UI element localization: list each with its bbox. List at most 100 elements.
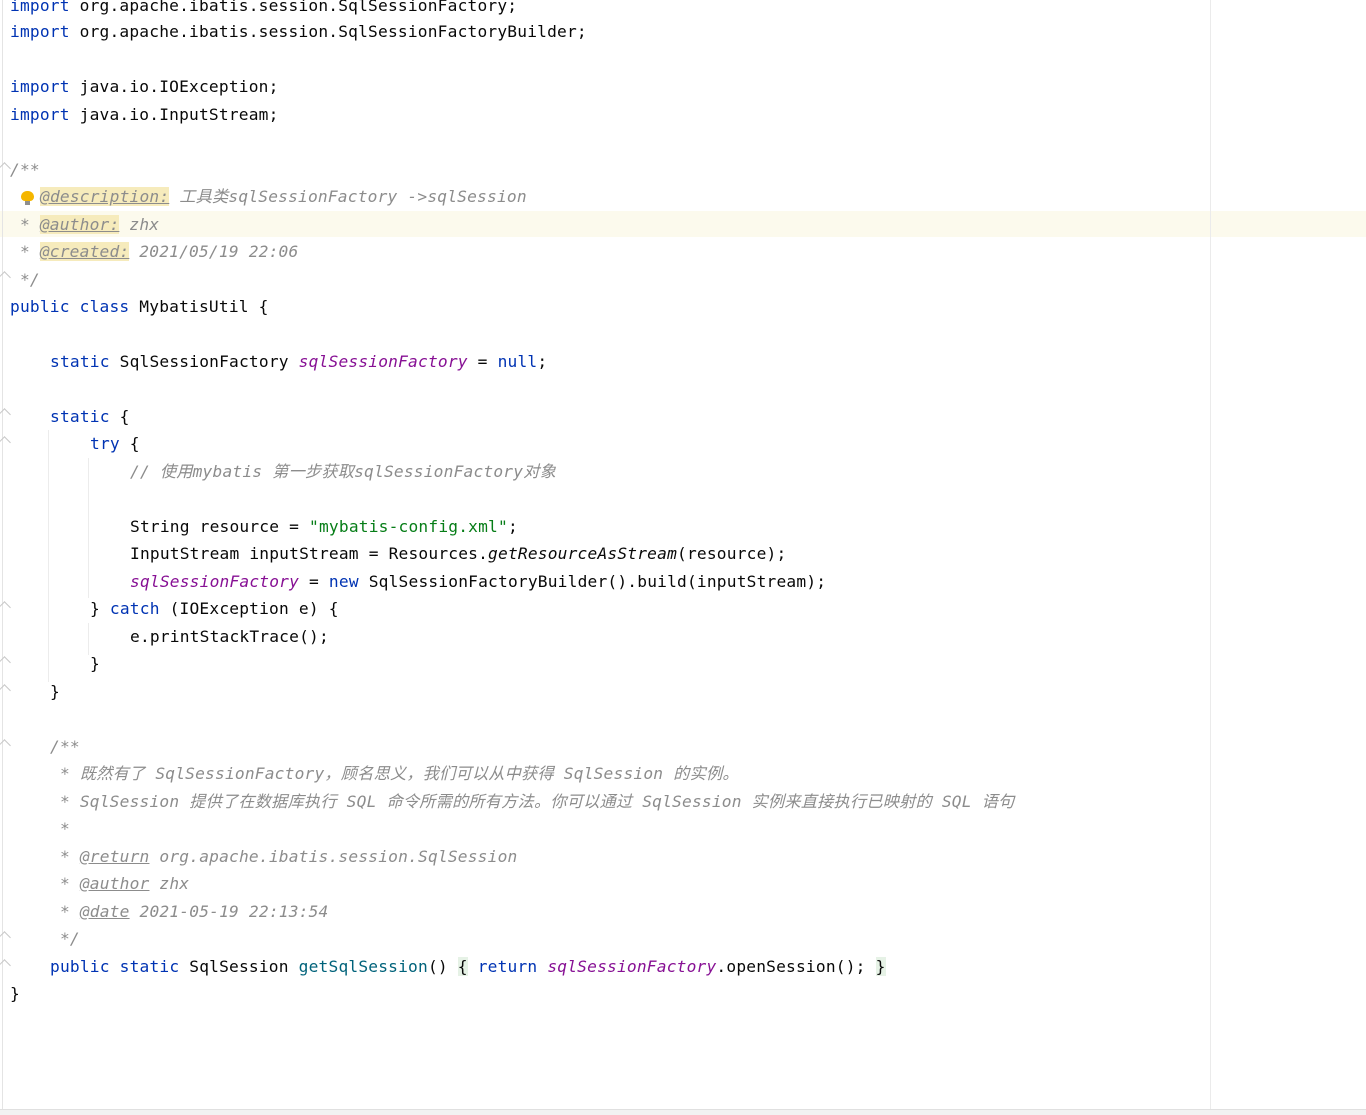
- code-text: java.io.IOException;: [69, 77, 279, 96]
- code-text: InputStream inputStream = Resources.: [130, 544, 489, 563]
- comment-star: *: [10, 242, 40, 261]
- doc-comment-line[interactable]: * 既然有了 SqlSessionFactory，顾名思义，我们可以从中获得 S…: [50, 760, 739, 787]
- code-line-9[interactable]: * @author: zhx: [10, 211, 159, 238]
- code-text: .openSession();: [716, 957, 876, 976]
- comment-star: *: [50, 874, 80, 893]
- brace-highlight: }: [875, 957, 886, 976]
- doc-tag: @author:: [39, 215, 120, 234]
- fold-marker-icon[interactable]: [0, 408, 11, 421]
- doc-comment-open[interactable]: /**: [10, 156, 40, 183]
- fold-marker-icon[interactable]: [0, 739, 11, 752]
- code-line-14[interactable]: static SqlSessionFactory sqlSessionFacto…: [50, 348, 547, 375]
- field-name: sqlSessionFactory: [547, 957, 717, 976]
- comment-star: *: [50, 902, 80, 921]
- lightbulb-icon[interactable]: [21, 191, 34, 205]
- fold-marker-icon[interactable]: [0, 931, 11, 944]
- lightbulb-glass: [21, 191, 34, 201]
- keyword: catch: [109, 599, 160, 618]
- doc-tag: @author: [79, 874, 150, 893]
- code-text: =: [467, 352, 498, 371]
- doc-comment-line[interactable]: * SqlSession 提供了在数据库执行 SQL 命令所需的所有方法。你可以…: [50, 788, 1014, 815]
- right-margin-guide: [1210, 0, 1211, 1110]
- fold-marker-icon[interactable]: [0, 601, 11, 614]
- code-line-5[interactable]: import java.io.InputStream;: [10, 101, 279, 128]
- code-line-22[interactable]: sqlSessionFactory = new SqlSessionFactor…: [130, 568, 826, 595]
- code-line-12[interactable]: public class MybatisUtil {: [10, 293, 269, 320]
- comment-text: org.apache.ibatis.session.SqlSession: [149, 847, 518, 866]
- keyword: import: [10, 22, 70, 41]
- line-comment[interactable]: // 使用mybatis 第一步获取sqlSessionFactory对象: [130, 458, 556, 485]
- code-text: SqlSession: [179, 957, 299, 976]
- code-text: String resource =: [130, 517, 310, 536]
- code-line-25[interactable]: }: [90, 650, 100, 677]
- code-text: java.io.InputStream;: [69, 105, 279, 124]
- keyword: new: [328, 572, 359, 591]
- field-name: sqlSessionFactory: [298, 352, 468, 371]
- doc-tag: @date: [79, 902, 130, 921]
- fold-marker-icon[interactable]: [0, 656, 11, 669]
- code-line-33[interactable]: * @author zhx: [50, 870, 189, 897]
- code-line-36[interactable]: public static SqlSession getSqlSession()…: [50, 953, 886, 980]
- code-line-2[interactable]: import org.apache.ibatis.session.SqlSess…: [10, 18, 587, 45]
- keyword: import: [10, 105, 70, 124]
- code-text: SqlSessionFactoryBuilder().build(inputSt…: [358, 572, 827, 591]
- code-line-4[interactable]: import java.io.IOException;: [10, 73, 279, 100]
- code-line-24[interactable]: e.printStackTrace();: [130, 623, 329, 650]
- comment-text: zhx: [149, 874, 190, 893]
- keyword: null: [497, 352, 538, 371]
- code-editor[interactable]: import org.apache.ibatis.session.SqlSess…: [0, 0, 1366, 1115]
- code-line-37[interactable]: }: [10, 980, 20, 1007]
- doc-tag: @created:: [39, 242, 130, 261]
- doc-comment-open[interactable]: /**: [50, 733, 80, 760]
- code-text: (IOException e) {: [159, 599, 339, 618]
- keyword: static: [50, 352, 110, 371]
- doc-comment-close[interactable]: */: [50, 925, 80, 952]
- doc-comment-close[interactable]: */: [10, 266, 40, 293]
- comment-text: zhx: [119, 215, 160, 234]
- method-name: getSqlSession: [298, 957, 428, 976]
- horizontal-scrollbar[interactable]: [0, 1109, 1366, 1115]
- indent-guide: [48, 430, 49, 682]
- code-line-16[interactable]: static {: [50, 403, 130, 430]
- code-text: {: [119, 434, 140, 453]
- code-text: =: [299, 572, 329, 591]
- keyword: public static: [50, 957, 180, 976]
- code-text: MybatisUtil {: [129, 297, 269, 316]
- comment-text: 工具类sqlSessionFactory ->sqlSession: [169, 187, 527, 206]
- code-line-34[interactable]: * @date 2021-05-19 22:13:54: [50, 898, 329, 925]
- comment-text: 2021/05/19 22:06: [129, 242, 299, 261]
- code-text: ;: [507, 517, 518, 536]
- current-line-highlight: [0, 211, 1366, 237]
- comment-text: 2021-05-19 22:13:54: [129, 902, 329, 921]
- code-line-23[interactable]: } catch (IOException e) {: [90, 595, 339, 622]
- doc-tag: @return: [79, 847, 150, 866]
- code-text: (resource);: [677, 544, 787, 563]
- code-text: (): [427, 957, 458, 976]
- field-name: sqlSessionFactory: [130, 572, 300, 591]
- code-line-32[interactable]: * @return org.apache.ibatis.session.SqlS…: [50, 843, 517, 870]
- code-line-8[interactable]: @description: 工具类sqlSessionFactory ->sql…: [40, 183, 527, 210]
- keyword: import: [10, 77, 70, 96]
- comment-star: *: [50, 847, 80, 866]
- code-line-10[interactable]: * @created: 2021/05/19 22:06: [10, 238, 298, 265]
- keyword: static: [50, 407, 110, 426]
- fold-marker-icon[interactable]: [0, 436, 11, 449]
- doc-comment-line[interactable]: *: [50, 815, 70, 842]
- code-line-1[interactable]: import org.apache.ibatis.session.SqlSess…: [10, 0, 517, 19]
- code-text: org.apache.ibatis.session.SqlSessionFact…: [69, 0, 518, 15]
- fold-marker-icon[interactable]: [0, 959, 11, 972]
- code-line-21[interactable]: InputStream inputStream = Resources.getR…: [130, 540, 786, 567]
- code-line-17[interactable]: try {: [90, 430, 140, 457]
- code-line-20[interactable]: String resource = "mybatis-config.xml";: [130, 513, 518, 540]
- code-line-26[interactable]: }: [50, 678, 60, 705]
- code-text: }: [90, 599, 110, 618]
- static-method: getResourceAsStream: [488, 544, 678, 563]
- fold-marker-icon[interactable]: [0, 684, 11, 697]
- doc-tag: @description:: [40, 187, 170, 206]
- indent-guide: [88, 623, 89, 655]
- code-text: {: [109, 407, 130, 426]
- comment-star: *: [10, 215, 40, 234]
- keyword: try: [90, 434, 120, 453]
